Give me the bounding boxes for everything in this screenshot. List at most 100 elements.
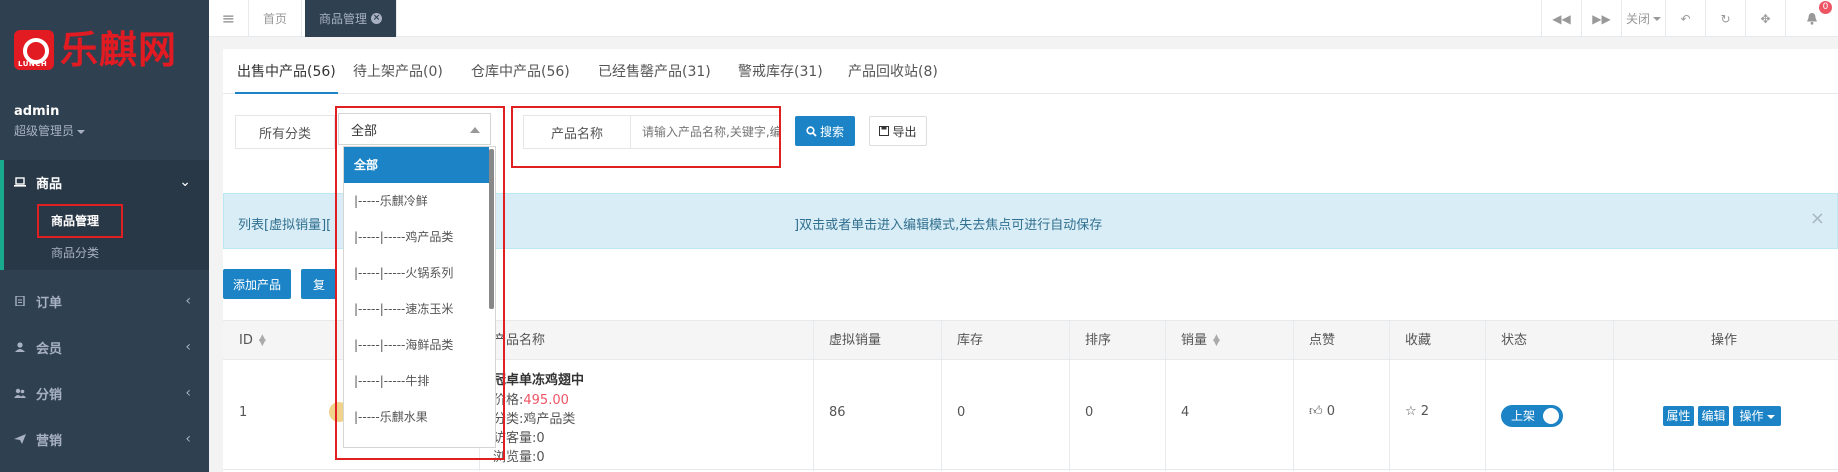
close-icon[interactable]: × <box>371 13 383 24</box>
menu-toggle-icon[interactable]: ≡ <box>209 0 249 37</box>
file-icon <box>15 296 25 306</box>
column-header-sort: 排序 <box>1085 333 1112 348</box>
tab-on-sale[interactable]: 出售中产品(56) <box>235 49 338 94</box>
logo-sub: LUNCH <box>18 60 48 68</box>
tab-sold-out[interactable]: 已经售罄产品(31) <box>596 49 713 94</box>
column-header-status: 状态 <box>1501 333 1528 348</box>
tab-warehouse[interactable]: 仓库中产品(56) <box>469 49 572 94</box>
search-button[interactable]: 搜索 <box>795 116 855 146</box>
chevron-left-icon: ‹ <box>185 339 191 355</box>
copy-button[interactable]: 复 <box>301 269 337 299</box>
status-toggle[interactable]: 上架 <box>1501 405 1563 427</box>
chevron-left-icon: ‹ <box>185 293 191 309</box>
search-icon <box>806 125 817 137</box>
chevron-left-icon: ‹ <box>185 385 191 401</box>
nav-label: 商品 <box>36 176 63 192</box>
close-icon[interactable]: × <box>1810 208 1825 229</box>
tab-recycle-bin[interactable]: 产品回收站(8) <box>846 49 940 94</box>
nav-item-marketing[interactable]: 营销 ‹ <box>0 416 209 462</box>
attributes-button[interactable]: 属性 <box>1663 406 1694 426</box>
scroll-left-icon[interactable]: ◀◀ <box>1541 0 1581 37</box>
dropdown-option[interactable]: |-----|-----海鲜品类 <box>344 327 489 363</box>
logo: LUNCH 乐麒网 <box>14 26 184 74</box>
search-button-label: 搜索 <box>819 124 844 139</box>
alert-text-left: 列表[虚拟销量][ <box>238 218 332 233</box>
actions-label: 操作 <box>1739 409 1764 423</box>
dropdown-option[interactable]: |-----|-----速冻玉米 <box>344 291 489 327</box>
caret-up-icon <box>470 127 480 133</box>
dropdown-option[interactable]: |-----|-----牛排 <box>344 363 489 399</box>
tab-home[interactable]: 首页 <box>249 0 303 37</box>
virtual-sales[interactable]: 86 <box>829 405 846 420</box>
nav-item-members[interactable]: 会员 ‹ <box>0 324 209 370</box>
nav-label: 会员 <box>36 341 63 357</box>
column-header-stock: 库存 <box>957 333 984 348</box>
product-tabs: 出售中产品(56) 待上架产品(0) 仓库中产品(56) 已经售罄产品(31) … <box>223 49 1838 94</box>
dropdown-option[interactable]: |-----|-----鸡产品类 <box>344 219 489 255</box>
column-header-name: 产品名称 <box>493 333 546 348</box>
column-label: ID <box>239 333 253 348</box>
price-label: 价格: <box>493 393 524 408</box>
product-name[interactable]: 冠卓单冻鸡翅中 <box>493 369 584 388</box>
likes: 👍︎ 0 <box>1309 404 1335 419</box>
sidebar-item-goods-category[interactable]: 商品分类 <box>51 244 99 261</box>
column-header-likes: 点赞 <box>1309 333 1336 348</box>
nav-label: 营销 <box>36 433 63 449</box>
app-window: LUNCH 乐麒网 admin 超级管理员 商品 ⌄ 商品管理 商品分类 订单 … <box>0 0 1838 472</box>
nav-item-orders[interactable]: 订单 ‹ <box>0 278 209 324</box>
save-icon <box>879 126 890 136</box>
sidebar-item-goods-manage[interactable]: 商品管理 <box>51 212 99 229</box>
thumbs-up-icon: 👍︎ <box>1309 404 1323 419</box>
scroll-right-icon[interactable]: ▶▶ <box>1581 0 1621 37</box>
user-role: 超级管理员 <box>14 124 75 138</box>
product-name-label: 产品名称 <box>523 115 631 149</box>
tab-stock-alert[interactable]: 警戒库存(31) <box>736 49 825 94</box>
star-icon: ☆ <box>1405 404 1417 419</box>
product-views: 浏览量:0 <box>493 450 545 465</box>
add-product-button[interactable]: 添加产品 <box>223 269 291 299</box>
product-category: 分类:鸡产品类 <box>493 412 576 427</box>
favorites: ☆ 2 <box>1405 404 1429 419</box>
notifications-button[interactable]: 0 <box>1785 0 1838 37</box>
tab-goods-manage[interactable]: 商品管理 × <box>305 0 398 37</box>
dropdown-option[interactable]: 全部 <box>344 147 489 183</box>
sales: 4 <box>1181 405 1190 420</box>
favorites-count: 2 <box>1420 404 1430 419</box>
fullscreen-icon[interactable]: ✥ <box>1745 0 1785 37</box>
back-icon[interactable]: ↶ <box>1665 0 1705 37</box>
user-role-dropdown[interactable]: 超级管理员 <box>14 122 86 139</box>
chevron-left-icon: ‹ <box>185 431 191 447</box>
category-select-value: 全部 <box>351 123 378 139</box>
likes-count: 0 <box>1326 404 1336 419</box>
dropdown-option[interactable]: |-----乐麒冷鲜 <box>344 183 489 219</box>
product-name-input[interactable] <box>630 115 780 149</box>
bell-icon <box>1807 13 1817 25</box>
close-tabs-dropdown[interactable]: 关闭 <box>1621 0 1665 37</box>
column-header-id[interactable]: ID ▲ ▼ <box>239 321 266 361</box>
dropdown-option[interactable]: |-----|-----火锅系列 <box>344 255 489 291</box>
nav-item-distribution[interactable]: 分销 ‹ <box>0 370 209 416</box>
column-header-actions: 操作 <box>1711 333 1738 348</box>
category-dropdown-list[interactable]: 全部 |-----乐麒冷鲜 |-----|-----鸡产品类 |-----|--… <box>343 146 496 448</box>
user-icon <box>15 342 25 352</box>
export-button[interactable]: 导出 <box>869 116 927 146</box>
category-select[interactable]: 全部 <box>338 113 491 145</box>
dropdown-scrollbar[interactable] <box>489 149 494 309</box>
nav-item-goods[interactable]: 商品 ⌄ <box>0 159 209 205</box>
tab-pending[interactable]: 待上架产品(0) <box>351 49 445 94</box>
top-bar: ≡ 首页 商品管理 × ◀◀ ▶▶ 关闭 ↶ ↻ ✥ 0 <box>209 0 1838 37</box>
chevron-down-icon: ⌄ <box>179 174 191 190</box>
category-label: 所有分类 <box>235 115 335 149</box>
nav-label: 分销 <box>36 387 63 403</box>
refresh-icon[interactable]: ↻ <box>1705 0 1745 37</box>
dropdown-option[interactable]: |-----乐麒水果 <box>344 399 489 435</box>
sort-order[interactable]: 0 <box>1085 405 1093 420</box>
stock[interactable]: 0 <box>957 405 965 420</box>
column-header-virtual-sales: 虚拟销量 <box>829 333 882 348</box>
column-header-sales[interactable]: 销量 ▲ ▼ <box>1181 321 1220 361</box>
caret-down-icon <box>77 129 86 134</box>
product-visitors: 访客量:0 <box>493 431 545 446</box>
actions-dropdown-button[interactable]: 操作 <box>1733 406 1781 426</box>
user-name[interactable]: admin <box>14 104 59 119</box>
edit-button[interactable]: 编辑 <box>1698 406 1729 426</box>
